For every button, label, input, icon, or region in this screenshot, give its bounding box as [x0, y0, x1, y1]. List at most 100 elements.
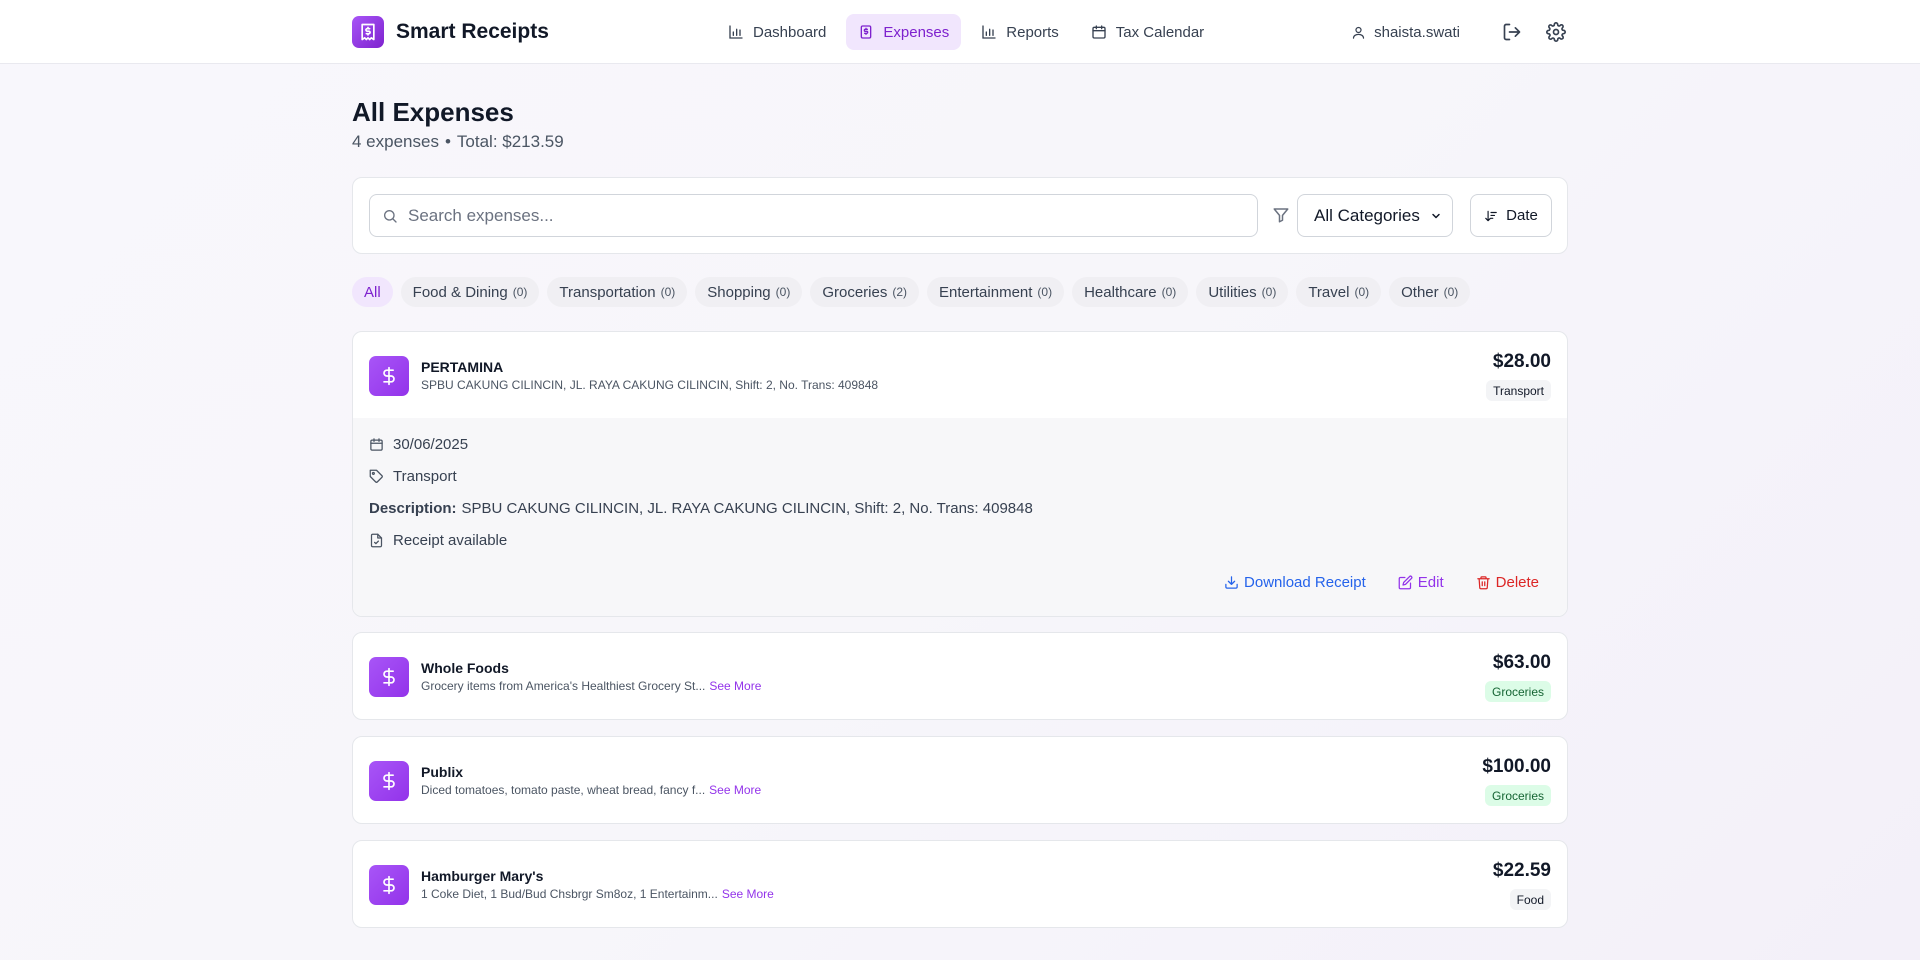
chip-food-dining[interactable]: Food & Dining (0) [400, 277, 540, 307]
expense-total: Total: $213.59 [456, 132, 564, 151]
nav-tax-calendar[interactable]: Tax Calendar [1079, 14, 1216, 50]
user-area: shaista.swati [1351, 18, 1568, 46]
search-input[interactable] [408, 205, 1257, 226]
edit-button[interactable]: Edit [1398, 574, 1444, 591]
chip-label: Entertainment [939, 283, 1033, 301]
chip-label: Transportation [559, 283, 656, 301]
expense-card: PERTAMINA SPBU CAKUNG CILINCIN, JL. RAYA… [352, 331, 1568, 617]
dollar-icon [369, 865, 409, 905]
dollar-icon [369, 657, 409, 697]
chip-label: Groceries [822, 283, 888, 301]
receipt-icon [858, 24, 883, 40]
expenses-page: All Expenses 4 expenses • Total: $213.59… [352, 96, 1568, 928]
category-chips: All Food & Dining (0) Transportation (0) S… [352, 277, 1471, 307]
chip-count: (0) [1161, 285, 1177, 299]
calendar-icon [369, 437, 393, 452]
bar-chart-icon [728, 24, 753, 40]
app-name: Smart Receipts [396, 20, 549, 43]
bar-chart-icon [981, 24, 1006, 40]
expense-description-text: Grocery items from America's Healthiest … [421, 679, 706, 693]
logout-button[interactable] [1500, 18, 1524, 46]
receipt-available-text: Receipt available [393, 532, 508, 549]
nav-dashboard-label: Dashboard [753, 23, 827, 41]
detail-receipt: Receipt available [369, 532, 507, 549]
detail-category-value: Transport [393, 468, 457, 485]
filter-toolbar: All Categories Date [352, 177, 1568, 254]
receipt-logo-icon [352, 16, 384, 48]
category-select[interactable]: All Categories [1297, 194, 1453, 237]
expense-card[interactable]: Whole Foods Grocery items from America's… [352, 632, 1568, 720]
chip-healthcare[interactable]: Healthcare (0) [1072, 277, 1189, 307]
category-badge: Groceries [1484, 681, 1551, 702]
page-title: All Expenses [352, 97, 514, 127]
expense-description-text: 1 Coke Diet, 1 Bud/Bud Chsbrgr Sm8oz, 1 … [421, 887, 718, 901]
nav-reports[interactable]: Reports [969, 14, 1071, 50]
expense-description: SPBU CAKUNG CILINCIN, JL. RAYA CAKUNG CI… [421, 378, 879, 392]
main-nav: Dashboard Expenses Reports Tax Calendar [716, 14, 1216, 50]
expense-card-header[interactable]: Publix Diced tomatoes, tomato paste, whe… [353, 737, 1567, 823]
nav-expenses[interactable]: Expenses [846, 14, 962, 50]
expense-description-text: Diced tomatoes, tomato paste, wheat brea… [421, 783, 706, 797]
summary-separator: • [444, 132, 451, 151]
filter-icon [1272, 206, 1290, 224]
top-navbar: Smart Receipts Dashboard Expenses Report… [0, 0, 1920, 64]
expense-card-header[interactable]: PERTAMINA SPBU CAKUNG CILINCIN, JL. RAYA… [353, 332, 1567, 418]
nav-tax-calendar-label: Tax Calendar [1115, 23, 1205, 41]
delete-label: Delete [1495, 574, 1539, 591]
delete-button[interactable]: Delete [1476, 574, 1539, 591]
chevron-down-icon [1430, 210, 1442, 222]
expense-card-header[interactable]: Whole Foods Grocery items from America's… [353, 633, 1567, 719]
chip-count: (0) [1443, 285, 1459, 299]
expense-amount: $28.00 [1492, 351, 1551, 372]
sort-icon [1484, 209, 1506, 223]
dollar-icon [369, 356, 409, 396]
download-icon [1224, 575, 1244, 590]
expense-description: Grocery items from America's Healthiest … [421, 679, 761, 693]
user-menu[interactable]: shaista.swati [1351, 24, 1460, 41]
file-icon [369, 533, 393, 548]
see-more-link[interactable]: See More [709, 783, 761, 797]
chip-count: (0) [775, 285, 791, 299]
page-summary: 4 expenses • Total: $213.59 [352, 132, 1568, 152]
nav-dashboard[interactable]: Dashboard [716, 14, 838, 50]
chip-label: Food & Dining [412, 283, 508, 301]
chip-other[interactable]: Other (0) [1389, 277, 1471, 307]
chip-count: (0) [1261, 285, 1277, 299]
merchant-name: Whole Foods [421, 660, 509, 676]
chip-count: (0) [512, 285, 528, 299]
gear-icon [1546, 22, 1566, 42]
chip-count: (2) [892, 285, 908, 299]
expense-card[interactable]: Hamburger Mary's 1 Coke Diet, 1 Bud/Bud … [352, 840, 1568, 928]
username: shaista.swati [1374, 23, 1460, 41]
expense-card-header[interactable]: Hamburger Mary's 1 Coke Diet, 1 Bud/Bud … [353, 841, 1567, 927]
chip-shopping[interactable]: Shopping (0) [695, 277, 803, 307]
edit-label: Edit [1417, 574, 1444, 591]
chip-count: (0) [1354, 285, 1370, 299]
chip-groceries[interactable]: Groceries (2) [810, 277, 920, 307]
expense-card[interactable]: Publix Diced tomatoes, tomato paste, whe… [352, 736, 1568, 824]
sort-date-button[interactable]: Date [1470, 194, 1552, 237]
edit-icon [1398, 575, 1418, 590]
chip-count: (0) [1037, 285, 1053, 299]
chip-all[interactable]: All [352, 277, 393, 307]
expense-details: 30/06/2025 Transport Description: SPBU C… [353, 418, 1567, 616]
dollar-icon [369, 761, 409, 801]
chip-utilities[interactable]: Utilities (0) [1196, 277, 1289, 307]
settings-button[interactable] [1544, 18, 1568, 46]
chip-entertainment[interactable]: Entertainment (0) [927, 277, 1065, 307]
see-more-link[interactable]: See More [722, 887, 774, 901]
expense-description: Diced tomatoes, tomato paste, wheat brea… [421, 783, 761, 797]
chip-travel[interactable]: Travel (0) [1296, 277, 1382, 307]
brand[interactable]: Smart Receipts [352, 16, 549, 48]
download-receipt-button[interactable]: Download Receipt [1224, 574, 1366, 591]
detail-category: Transport [369, 468, 457, 485]
search-box[interactable] [369, 194, 1258, 237]
chip-label: All [364, 283, 381, 301]
chip-label: Shopping [707, 283, 771, 301]
chip-transportation[interactable]: Transportation (0) [547, 277, 688, 307]
category-badge: Transport [1486, 380, 1551, 401]
search-icon [382, 208, 398, 224]
detail-description-label: Description: [369, 500, 457, 517]
see-more-link[interactable]: See More [709, 679, 761, 693]
download-receipt-label: Download Receipt [1244, 574, 1366, 591]
